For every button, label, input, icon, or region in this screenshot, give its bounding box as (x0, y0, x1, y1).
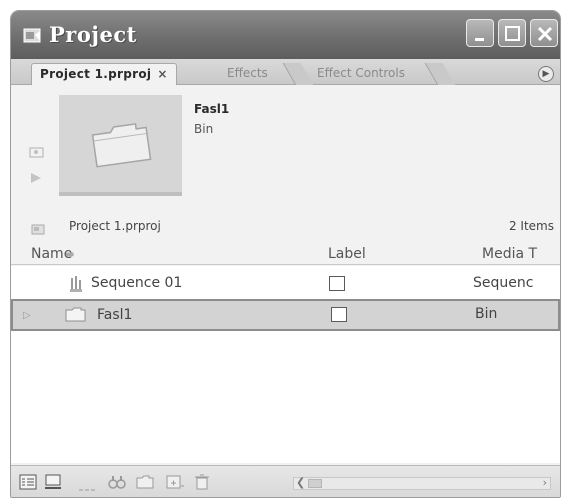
panel-tabs: Project 1.prproj × Effects Effect Control… (11, 59, 560, 85)
bottom-toolbar: ❮ › (11, 465, 560, 497)
label-color-box[interactable] (331, 307, 347, 322)
list-item-selected[interactable]: ▷ Fasl1 Bin (11, 299, 560, 331)
folder-icon (65, 307, 87, 327)
list-view-icon[interactable] (19, 474, 37, 494)
close-button[interactable] (530, 19, 558, 47)
column-header-row: Name ▬ Label Media T (11, 243, 560, 265)
tab-project-label: Project 1.prproj (40, 67, 152, 81)
items-count: 2 Items (508, 219, 554, 233)
tab-effect-controls[interactable]: Effect Controls (309, 63, 413, 85)
item-media-type: Sequenc (473, 275, 534, 291)
column-label-header[interactable]: Label (328, 246, 366, 262)
clear-icon[interactable] (193, 474, 211, 494)
panel-menu-button[interactable]: ▶ (538, 66, 554, 82)
preview-item-type: Bin (194, 122, 214, 136)
scrollbar-thumb[interactable] (308, 479, 322, 488)
scroll-left-icon[interactable]: ❮ (296, 476, 305, 489)
project-panel: Project Project 1.prproj × Effects Effect… (10, 10, 561, 498)
new-bin-icon[interactable] (135, 474, 155, 494)
project-item-list: Sequence 01 Sequenc ▷ Fasl1 Bin (11, 266, 560, 463)
minimize-button[interactable] (466, 19, 494, 47)
label-color-box[interactable] (329, 276, 345, 291)
window-title: Project (49, 22, 137, 47)
new-item-icon[interactable] (165, 474, 185, 494)
preview-item-name: Fasl1 (194, 102, 230, 116)
title-bar[interactable]: Project (11, 11, 560, 59)
item-name: Fasl1 (97, 307, 133, 323)
poster-frame-icon[interactable] (29, 143, 45, 162)
tab-divider (424, 63, 456, 85)
project-window-icon (23, 26, 43, 44)
icon-view-icon[interactable] (44, 474, 62, 494)
tab-effect-controls-label: Effect Controls (317, 66, 405, 80)
column-media-type-header[interactable]: Media T (482, 246, 537, 262)
project-file-icon (31, 220, 45, 239)
sequence-icon (67, 275, 85, 297)
maximize-button[interactable] (498, 19, 526, 47)
preview-thumbnail (59, 95, 182, 196)
horizontal-scrollbar[interactable]: ❮ › (293, 476, 551, 490)
sort-indicator-icon: ▬ (65, 249, 75, 260)
list-item[interactable]: Sequence 01 Sequenc (11, 269, 560, 299)
item-media-type: Bin (475, 306, 498, 322)
disclosure-triangle-icon[interactable]: ▷ (23, 310, 31, 321)
find-icon[interactable] (107, 474, 127, 494)
tab-close-button[interactable]: × (157, 67, 167, 81)
project-info-row: Project 1.prproj 2 Items (11, 217, 560, 237)
automate-to-sequence-icon[interactable] (77, 477, 99, 496)
tab-effects-label: Effects (227, 66, 268, 80)
play-icon[interactable] (29, 169, 43, 188)
project-name: Project 1.prproj (69, 219, 161, 233)
scroll-right-icon[interactable]: › (543, 476, 547, 489)
item-name: Sequence 01 (91, 275, 183, 291)
folder-icon (91, 123, 152, 168)
tab-project[interactable]: Project 1.prproj × (31, 63, 177, 85)
tab-effects[interactable]: Effects (219, 63, 276, 85)
